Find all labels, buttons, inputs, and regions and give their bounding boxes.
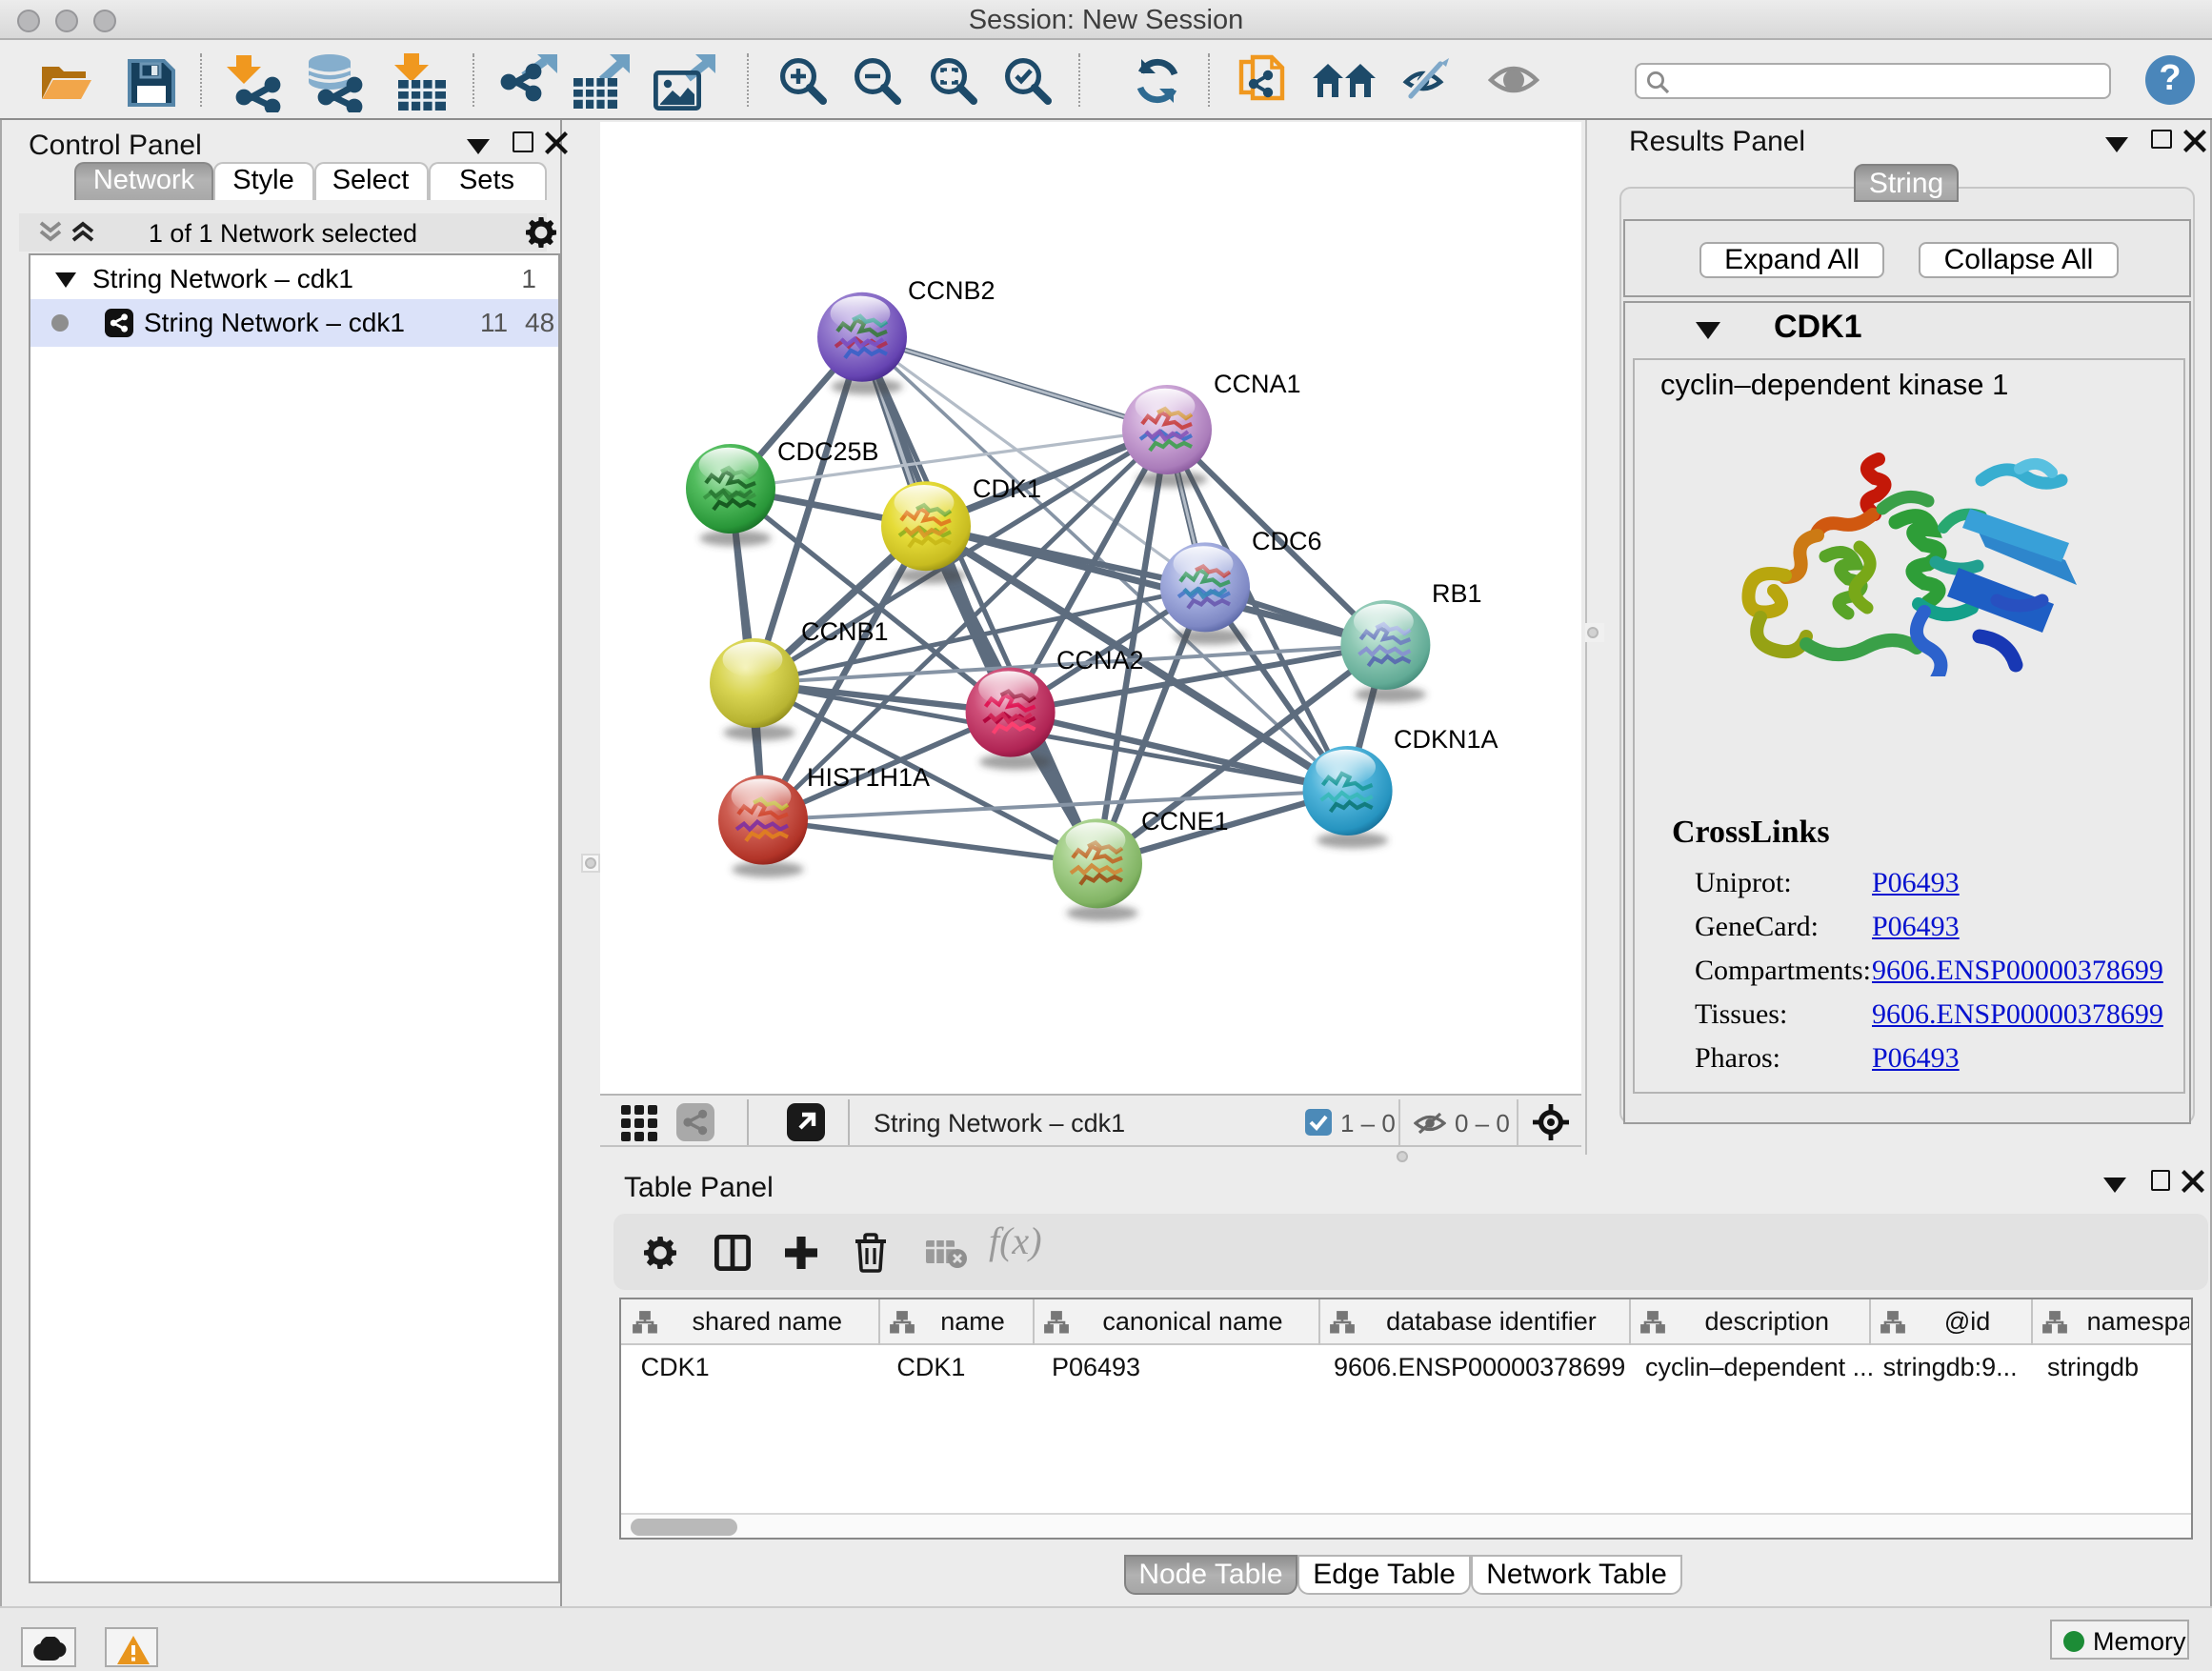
svg-text:CCNA2: CCNA2 [1056,645,1143,674]
svg-text:CDC6: CDC6 [1251,526,1321,554]
svg-text:CCNA1: CCNA1 [1213,369,1300,397]
svg-text:HIST1H1A: HIST1H1A [806,762,929,791]
svg-text:CDC25B: CDC25B [776,436,878,465]
svg-text:CCNE1: CCNE1 [1140,806,1228,835]
svg-text:CDKN1A: CDKN1A [1393,724,1498,753]
svg-text:CDK1: CDK1 [972,473,1040,502]
svg-text:RB1: RB1 [1431,578,1481,607]
svg-text:CCNB1: CCNB1 [800,616,888,645]
svg-text:CCNB2: CCNB2 [907,275,995,304]
